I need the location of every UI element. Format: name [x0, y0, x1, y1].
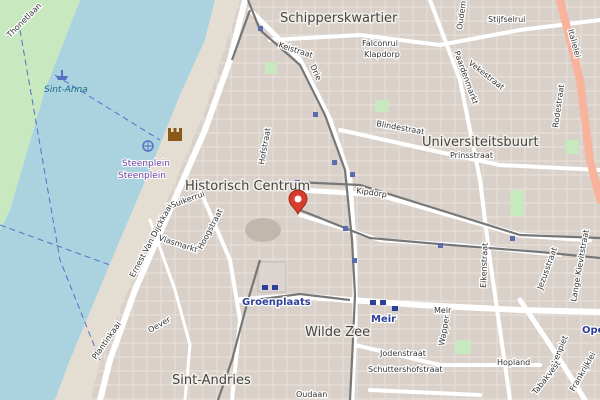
district-label-schipperskwartier: Schipperskwartier [280, 11, 398, 26]
street-label-falconrui: Falconrui [362, 39, 398, 48]
district-label-sint-andries: Sint-Andries [172, 373, 251, 388]
cathedral-building [245, 218, 281, 242]
street-label-stijfselrui: Stijfselrui [488, 15, 525, 24]
ferry-icon [142, 140, 154, 152]
street-label-hopland: Hopland [497, 358, 530, 367]
station-label-opera: Ope [582, 325, 600, 336]
street-label-eikenstraat: Eikenstraat [479, 243, 490, 288]
park-spot [375, 100, 389, 112]
pier-label-steenplein-2: Steenplein [118, 171, 166, 181]
map-svg: Schipperskwartier Universiteitsbuurt His… [0, 0, 600, 400]
district-label-wilde-zee: Wilde Zee [305, 325, 370, 340]
street-label-klapdorp: Klapdorp [364, 50, 400, 59]
station-label-meir: Meir [371, 314, 396, 325]
street-label-meir: Meir [434, 306, 452, 315]
park-spot [265, 62, 277, 74]
street-label-schuttershofstraat: Schuttershofstraat [368, 365, 443, 374]
street-label-oudaan: Oudaan [296, 390, 327, 399]
park-spot [455, 340, 471, 354]
map-canvas[interactable]: Schipperskwartier Universiteitsbuurt His… [0, 0, 600, 400]
castle-icon [168, 128, 182, 141]
park-spot [510, 190, 524, 216]
street-label-prinsstraat: Prinsstraat [450, 151, 493, 160]
park-spot [565, 140, 579, 154]
street-label-jodenstraat: Jodenstraat [379, 349, 426, 358]
water-label-sint-anna: Sint-Anna [44, 85, 88, 95]
pier-label-steenplein: Steenplein [122, 159, 170, 169]
district-label-historisch-centrum: Historisch Centrum [185, 179, 310, 194]
station-label-groenplaats: Groenplaats [242, 297, 311, 308]
district-label-universiteitsbuurt: Universiteitsbuurt [422, 135, 539, 150]
